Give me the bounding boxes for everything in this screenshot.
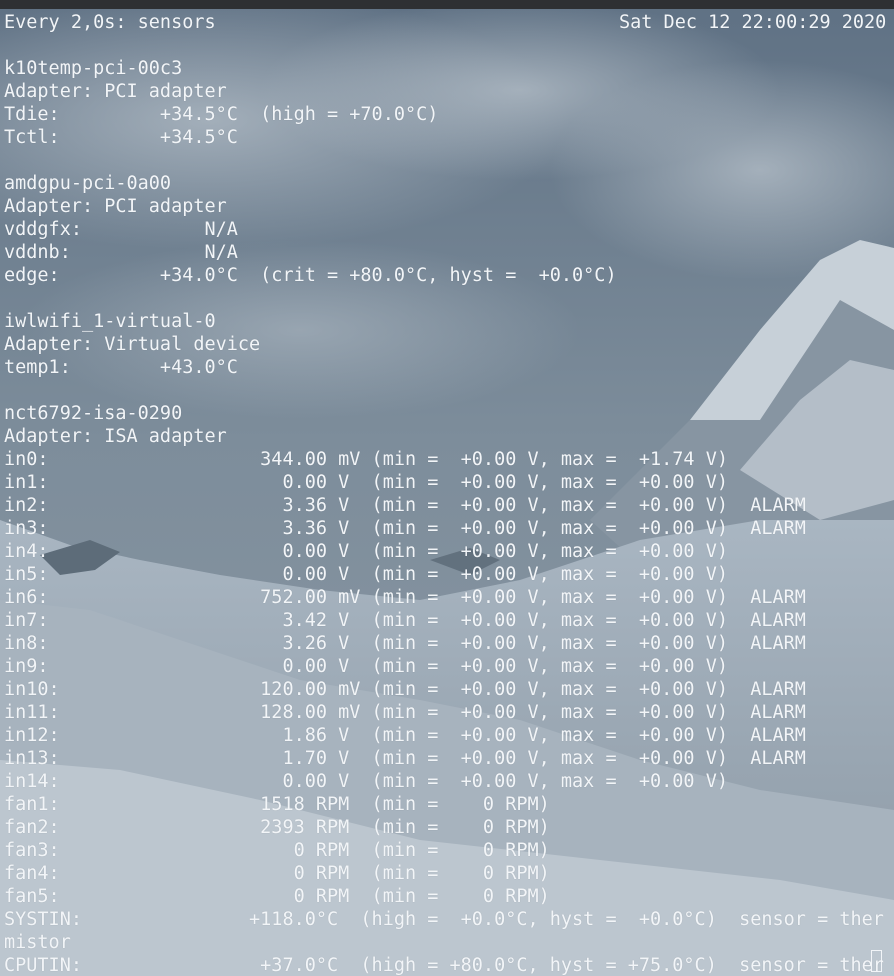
terminal-line: Tctl: +34.5°C: [4, 127, 238, 148]
terminal-line: in11: 128.00 mV (min = +0.00 V, max = +0…: [4, 702, 806, 723]
terminal-line: fan5: 0 RPM (min = 0 RPM): [4, 886, 550, 907]
terminal-line: in4: 0.00 V (min = +0.00 V, max = +0.00 …: [4, 541, 728, 562]
terminal-line: in7: 3.42 V (min = +0.00 V, max = +0.00 …: [4, 610, 806, 631]
window-titlebar: [0, 0, 894, 9]
terminal-line: in8: 3.26 V (min = +0.00 V, max = +0.00 …: [4, 633, 806, 654]
watch-command-header: Every 2,0s: sensors: [4, 12, 216, 33]
terminal-line: in1: 0.00 V (min = +0.00 V, max = +0.00 …: [4, 472, 728, 493]
terminal-line: Adapter: PCI adapter: [4, 196, 227, 217]
terminal-line: k10temp-pci-00c3: [4, 58, 183, 79]
terminal-line: SYSTIN: +118.0°C (high = +0.0°C, hyst = …: [4, 909, 884, 930]
terminal-screen: Every 2,0s: sensors Sat Dec 12 22:00:29 …: [0, 9, 894, 976]
terminal-line: fan3: 0 RPM (min = 0 RPM): [4, 840, 550, 861]
terminal-line: vddnb: N/A: [4, 242, 238, 263]
terminal-line: Adapter: PCI adapter: [4, 81, 227, 102]
terminal-line: in0: 344.00 mV (min = +0.00 V, max = +1.…: [4, 449, 728, 470]
terminal-line: in14: 0.00 V (min = +0.00 V, max = +0.00…: [4, 771, 728, 792]
terminal-line: vddgfx: N/A: [4, 219, 238, 240]
terminal-line: mistor: [4, 932, 71, 953]
terminal-line: Adapter: Virtual device: [4, 334, 261, 355]
terminal-line: in9: 0.00 V (min = +0.00 V, max = +0.00 …: [4, 656, 728, 677]
terminal-window[interactable]: Every 2,0s: sensors Sat Dec 12 22:00:29 …: [0, 0, 894, 976]
terminal-line: amdgpu-pci-0a00: [4, 173, 172, 194]
terminal-line: in10: 120.00 mV (min = +0.00 V, max = +0…: [4, 679, 806, 700]
terminal-line: in13: 1.70 V (min = +0.00 V, max = +0.00…: [4, 748, 806, 769]
terminal-line: fan2: 2393 RPM (min = 0 RPM): [4, 817, 550, 838]
terminal-line: fan4: 0 RPM (min = 0 RPM): [4, 863, 550, 884]
terminal-line: iwlwifi_1-virtual-0: [4, 311, 216, 332]
watch-timestamp: Sat Dec 12 22:00:29 2020: [619, 12, 887, 33]
terminal-line: fan1: 1518 RPM (min = 0 RPM): [4, 794, 550, 815]
terminal-line: CPUTIN: +37.0°C (high = +80.0°C, hyst = …: [4, 955, 884, 976]
terminal-line: in3: 3.36 V (min = +0.00 V, max = +0.00 …: [4, 518, 806, 539]
terminal-line: Tdie: +34.5°C (high = +70.0°C): [4, 104, 439, 125]
terminal-line: edge: +34.0°C (crit = +80.0°C, hyst = +0…: [4, 265, 617, 286]
terminal-line: in5: 0.00 V (min = +0.00 V, max = +0.00 …: [4, 564, 728, 585]
terminal-line: nct6792-isa-0290: [4, 403, 183, 424]
terminal-line: in6: 752.00 mV (min = +0.00 V, max = +0.…: [4, 587, 806, 608]
terminal-line: Adapter: ISA adapter: [4, 426, 227, 447]
text-cursor: [871, 950, 882, 972]
terminal-line: in12: 1.86 V (min = +0.00 V, max = +0.00…: [4, 725, 806, 746]
terminal-line: in2: 3.36 V (min = +0.00 V, max = +0.00 …: [4, 495, 806, 516]
terminal-line: temp1: +43.0°C: [4, 357, 238, 378]
